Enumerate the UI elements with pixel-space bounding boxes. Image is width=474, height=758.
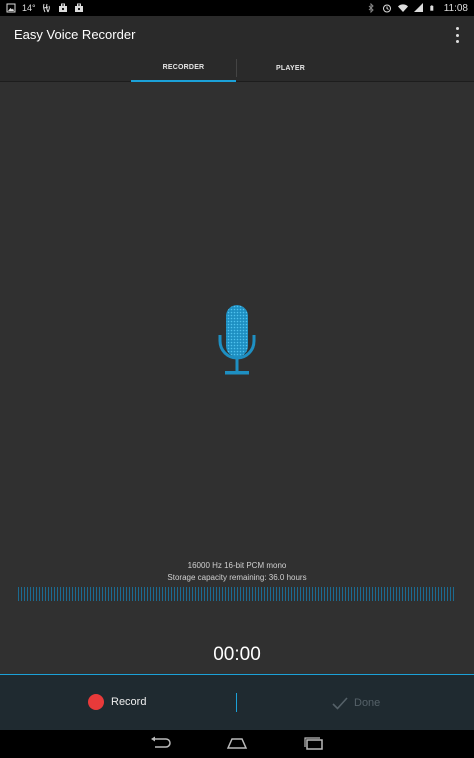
hangouts-icon (42, 3, 50, 13)
back-icon[interactable] (149, 736, 171, 750)
status-bar-left: 14° (6, 3, 84, 13)
navigation-bar (0, 730, 474, 758)
briefcase-icon (74, 3, 83, 12)
status-bar: 14° 11:08 (0, 0, 474, 16)
level-meter (18, 587, 455, 601)
battery-icon (430, 5, 434, 11)
storage-capacity-text: Storage capacity remaining: 36.0 hours (167, 573, 307, 582)
done-label: Done (354, 697, 381, 709)
more-vert-icon[interactable] (454, 27, 460, 43)
done-button[interactable]: Done (332, 694, 380, 712)
overflow-dot (455, 40, 459, 43)
home-icon[interactable] (226, 736, 248, 750)
checkmark-icon (332, 696, 348, 710)
recording-timer: 00:00 (213, 644, 261, 665)
record-button[interactable]: Record (88, 692, 146, 712)
audio-format-text: 16000 Hz 16-bit PCM mono (187, 561, 287, 570)
app-title: Easy Voice Recorder (14, 27, 136, 42)
record-icon (88, 694, 104, 710)
status-bar-right: 11:08 (366, 3, 468, 14)
tab-recorder[interactable]: RECORDER (131, 54, 236, 82)
temperature-text: 14° (22, 3, 36, 13)
clock: 11:08 (443, 2, 468, 14)
microphone-icon (218, 305, 256, 375)
tab-bar: RECORDER PLAYER (0, 54, 474, 82)
overflow-dot (455, 33, 459, 37)
signal-icon (413, 3, 423, 12)
recording-controls: Record Done (0, 674, 474, 730)
gallery-icon (6, 3, 16, 13)
tab-player[interactable]: PLAYER (237, 54, 344, 82)
controls-divider (236, 693, 237, 712)
recents-icon[interactable] (303, 736, 325, 750)
wifi-icon (397, 4, 408, 12)
briefcase-icon (58, 3, 67, 12)
record-label: Record (111, 696, 147, 708)
bluetooth-icon (368, 3, 374, 13)
alarm-icon (382, 4, 391, 13)
recorder-panel: 16000 Hz 16-bit PCM mono Storage capacit… (0, 82, 474, 674)
overflow-dot (455, 27, 459, 30)
action-bar: Easy Voice Recorder (0, 16, 474, 54)
